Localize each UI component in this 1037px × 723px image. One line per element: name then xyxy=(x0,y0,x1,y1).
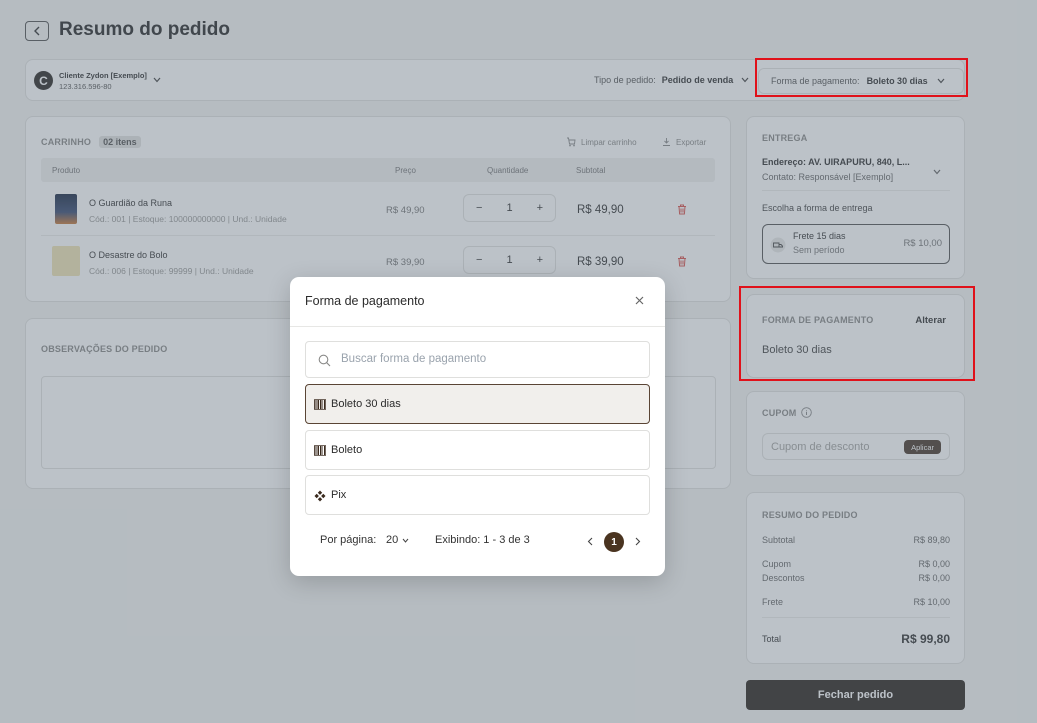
payment-option-boleto[interactable]: Boleto xyxy=(305,430,650,470)
payment-option-pix[interactable]: Pix xyxy=(305,475,650,515)
search-icon xyxy=(318,354,331,367)
barcode-icon xyxy=(314,399,326,410)
modal-title: Forma de pagamento xyxy=(305,294,425,308)
option-label: Boleto xyxy=(331,444,363,456)
barcode-icon xyxy=(314,445,326,456)
chevron-right-icon[interactable] xyxy=(635,537,641,546)
chevron-down-icon xyxy=(402,538,409,543)
per-page-label: Por página: xyxy=(320,534,377,546)
search-input[interactable]: Buscar forma de pagamento xyxy=(305,341,650,378)
search-placeholder: Buscar forma de pagamento xyxy=(341,353,487,365)
modal-divider xyxy=(290,326,665,327)
option-label: Boleto 30 dias xyxy=(331,398,401,410)
chevron-left-icon[interactable] xyxy=(587,537,593,546)
highlight-box xyxy=(739,286,975,381)
page-1-button[interactable]: 1 xyxy=(604,532,624,552)
option-label: Pix xyxy=(331,489,347,501)
per-page-value: 20 xyxy=(386,534,399,546)
highlight-box xyxy=(755,58,968,97)
pagination: Por página: 20 Exibindo: 1 - 3 de 3 1 xyxy=(305,532,650,552)
payment-method-modal: Forma de pagamento Buscar forma de pagam… xyxy=(290,277,665,576)
close-icon[interactable] xyxy=(635,296,644,305)
payment-option-boleto-30-dias[interactable]: Boleto 30 dias xyxy=(305,384,650,424)
per-page-select[interactable]: 20 xyxy=(386,534,409,546)
showing-count: Exibindo: 1 - 3 de 3 xyxy=(435,534,530,546)
pix-icon xyxy=(314,490,326,502)
